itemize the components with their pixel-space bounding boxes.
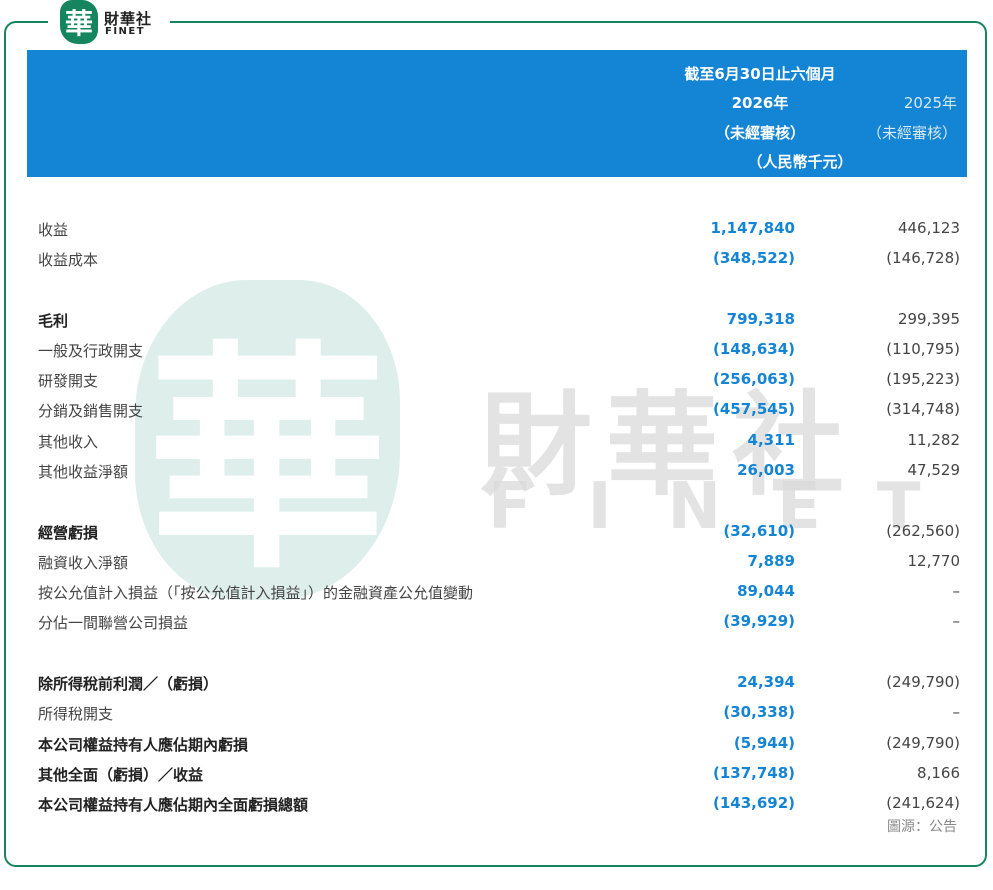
row-label: 所得稅開支 [38, 705, 114, 723]
row-value-current: (143,692) [712, 794, 795, 812]
row-label: 除所得稅前利潤／（虧損） [38, 675, 219, 693]
table-row: 分銷及銷售開支 (457,545) (314,748) [38, 400, 968, 424]
row-value-current: (32,610) [723, 522, 795, 540]
row-label: 其他收益淨額 [38, 463, 129, 481]
row-value-current: (137,748) [712, 764, 795, 782]
row-value-current: 89,044 [737, 582, 795, 600]
row-value-prior: 446,123 [897, 219, 960, 237]
table-row: 其他收益淨額 26,003 47,529 [38, 461, 968, 485]
table-row: 本公司權益持有人應佔期內虧損 (5,944) (249,790) [38, 734, 968, 758]
row-label: 本公司權益持有人應佔期內全面虧損總額 [38, 796, 309, 814]
row-label: 分銷及銷售開支 [38, 402, 144, 420]
row-value-prior: (241,624) [886, 794, 960, 812]
row-value-current: 799,318 [726, 310, 795, 328]
row-label: 經營虧損 [38, 524, 99, 542]
table-row: 毛利 799,318 299,395 [38, 310, 968, 334]
row-label: 分佔一間聯營公司損益 [38, 614, 189, 632]
row-label: 其他全面（虧損）／收益 [38, 766, 204, 784]
table-row: 收益 1,147,840 446,123 [38, 219, 968, 243]
table-row: 研發開支 (256,063) (195,223) [38, 370, 968, 394]
row-label: 收益 [38, 221, 69, 239]
row-label: 一般及行政開支 [38, 342, 144, 360]
row-value-current: (457,545) [712, 400, 795, 418]
row-value-current: 1,147,840 [710, 219, 795, 237]
table-row: 收益成本 (348,522) (146,728) [38, 249, 968, 273]
row-label: 本公司權益持有人應佔期內虧損 [38, 736, 249, 754]
row-value-current: (256,063) [712, 370, 795, 388]
row-value-prior: (249,790) [886, 734, 960, 752]
source-note: 圖源：公告 [887, 819, 957, 835]
row-value-prior: 47,529 [907, 461, 961, 479]
row-label: 融資收入淨額 [38, 554, 129, 572]
income-statement-rows: 收益 1,147,840 446,123 收益成本 (348,522) (146,728… [0, 0, 993, 890]
row-value-current: (30,338) [723, 703, 795, 721]
row-value-current: 24,394 [737, 673, 795, 691]
table-row: 一般及行政開支 (148,634) (110,795) [38, 340, 968, 364]
row-value-current: 26,003 [737, 461, 795, 479]
table-row: 所得稅開支 (30,338) – [38, 703, 968, 727]
table-row: 經營虧損 (32,610) (262,560) [38, 522, 968, 546]
row-value-prior: 299,395 [897, 310, 960, 328]
table-row: 除所得稅前利潤／（虧損） 24,394 (249,790) [38, 673, 968, 697]
row-value-prior: (249,790) [886, 673, 960, 691]
row-value-current: (148,634) [712, 340, 795, 358]
row-label: 按公允值計入損益（「按公允值計入損益」）的金融資產公允值變動 [38, 584, 474, 602]
row-value-current: 7,889 [747, 552, 795, 570]
row-value-prior: (262,560) [886, 522, 960, 540]
table-row: 其他收入 4,311 11,282 [38, 431, 968, 455]
row-value-prior: (314,748) [886, 400, 960, 418]
row-value-prior: (146,728) [886, 249, 960, 267]
table-row: 按公允值計入損益（「按公允值計入損益」）的金融資產公允值變動 89,044 – [38, 582, 968, 606]
row-value-prior: 12,770 [907, 552, 961, 570]
row-value-prior: – [952, 582, 961, 600]
table-row: 融資收入淨額 7,889 12,770 [38, 552, 968, 576]
table-row: 分佔一間聯營公司損益 (39,929) – [38, 612, 968, 636]
row-value-current: (39,929) [723, 612, 795, 630]
row-value-prior: – [952, 612, 961, 630]
row-value-current: (348,522) [712, 249, 795, 267]
row-label: 研發開支 [38, 372, 99, 390]
row-label: 收益成本 [38, 251, 99, 269]
table-row: 本公司權益持有人應佔期內全面虧損總額 (143,692) (241,624) [38, 794, 968, 818]
row-value-current: 4,311 [747, 431, 795, 449]
row-label: 其他收入 [38, 433, 99, 451]
row-value-prior: – [952, 703, 961, 721]
row-value-prior: (110,795) [886, 340, 960, 358]
row-value-prior: (195,223) [886, 370, 960, 388]
row-value-current: (5,944) [733, 734, 795, 752]
row-label: 毛利 [38, 312, 69, 330]
table-row: 其他全面（虧損）／收益 (137,748) 8,166 [38, 764, 968, 788]
row-value-prior: 8,166 [917, 764, 960, 782]
row-value-prior: 11,282 [907, 431, 961, 449]
